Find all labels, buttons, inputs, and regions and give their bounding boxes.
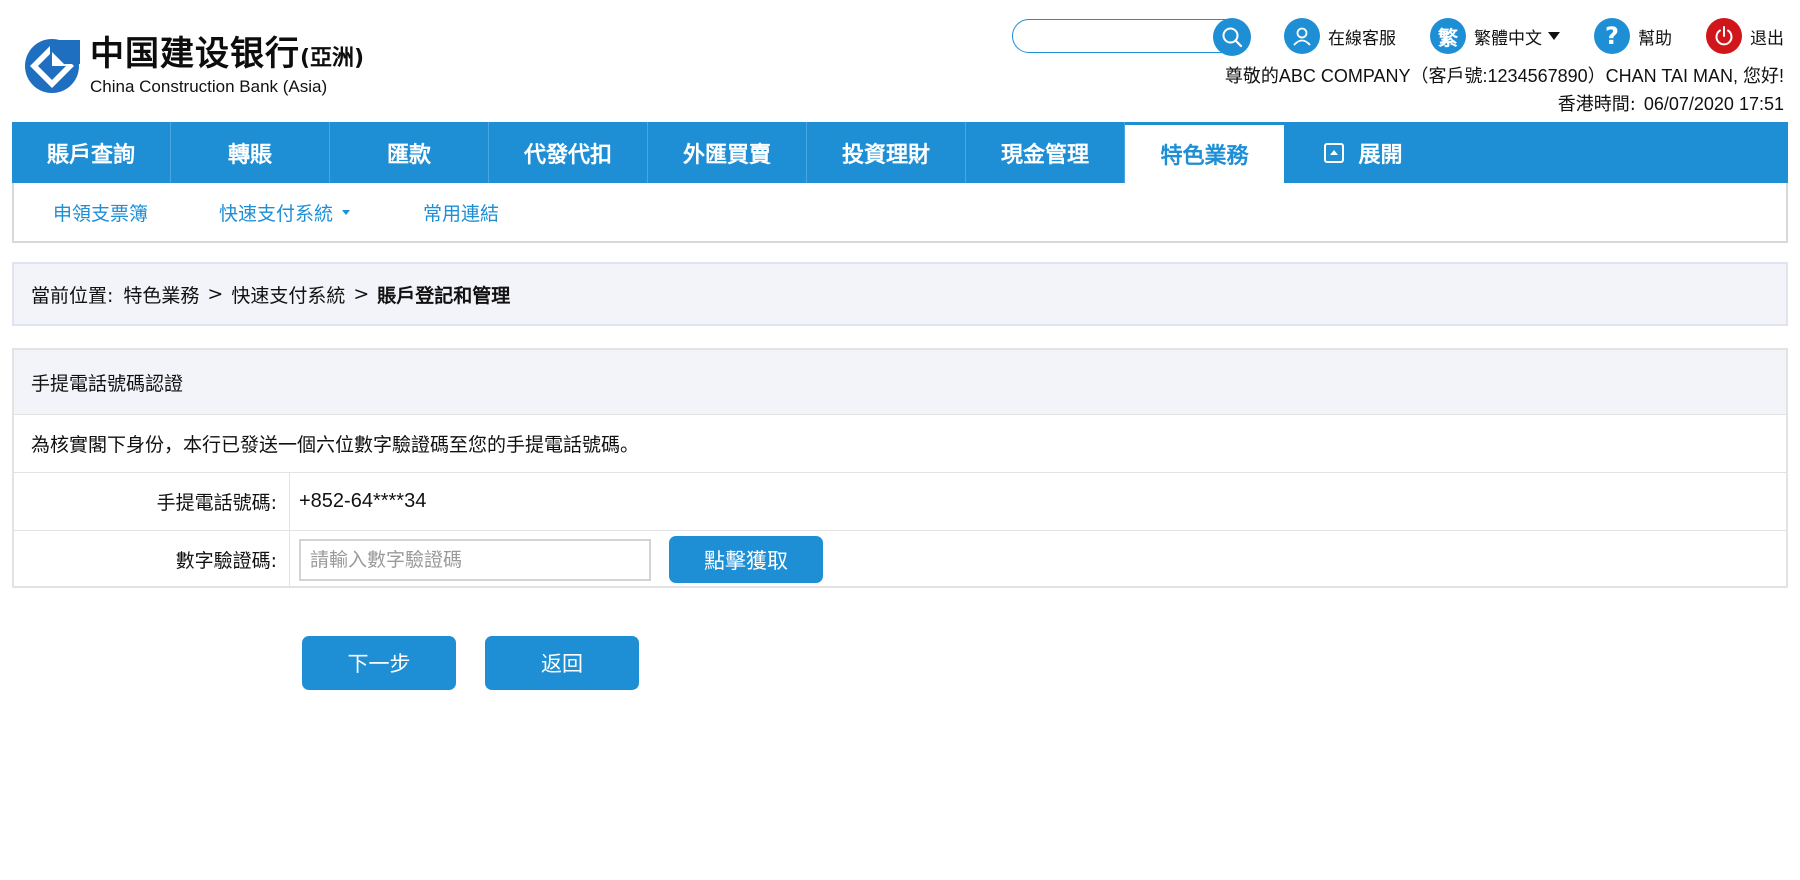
- verification-note: 為核實閣下身份，本行已發送一個六位數字驗證碼至您的手提電話號碼。: [14, 415, 1786, 473]
- chevron-down-icon: [1548, 32, 1560, 40]
- language-icon: 繁: [1430, 18, 1466, 54]
- expand-label: 展開: [1358, 142, 1403, 168]
- sub-nav: 申領支票簿 快速支付系統 常用連結: [12, 183, 1788, 243]
- otp-input[interactable]: [299, 538, 651, 581]
- breadcrumb-separator: >: [353, 283, 370, 305]
- breadcrumb-label: 當前位置:: [31, 284, 114, 307]
- tab-account-inquiry[interactable]: 賬戶查詢: [12, 122, 171, 183]
- search-icon: [1222, 27, 1243, 48]
- tab-cash-management[interactable]: 現金管理: [966, 122, 1125, 183]
- customer-greeting: 尊敬的ABC COMPANY（客戶號:1234567890）CHAN TAI M…: [1224, 66, 1784, 86]
- hk-time: 香港時間: 06/07/2020 17:51: [1558, 90, 1784, 116]
- online-service-link[interactable]: 在線客服: [1284, 18, 1396, 54]
- breadcrumb-item: 特色業務: [123, 284, 200, 307]
- panel-title: 手提電話號碼認證: [14, 350, 1786, 415]
- help-link[interactable]: ? 幫助: [1594, 18, 1672, 54]
- tab-fx-trading[interactable]: 外匯買賣: [648, 122, 807, 183]
- phone-value: +852-64****34: [299, 490, 427, 512]
- tab-featured-services[interactable]: 特色業務: [1125, 122, 1284, 183]
- tab-investment[interactable]: 投資理財: [807, 122, 966, 183]
- tab-payroll[interactable]: 代發代扣: [489, 122, 648, 183]
- header-toolbar: 在線客服 繁 繁體中文 ? 幫助 退出: [1012, 18, 1784, 56]
- tab-remittance[interactable]: 匯款: [330, 122, 489, 183]
- expand-menu-button[interactable]: 展開: [1284, 122, 1443, 183]
- chevron-down-icon: [342, 209, 351, 215]
- get-code-button[interactable]: 點擊獲取: [669, 536, 823, 583]
- phone-row: 手提電話號碼: +852-64****34: [14, 473, 1786, 531]
- help-label: 幫助: [1638, 28, 1672, 49]
- phone-verification-panel: 手提電話號碼認證 為核實閣下身份，本行已發送一個六位數字驗證碼至您的手提電話號碼…: [12, 348, 1788, 588]
- hk-time-label: 香港時間:: [1557, 94, 1636, 115]
- language-label: 繁體中文: [1474, 28, 1542, 49]
- language-switch[interactable]: 繁 繁體中文: [1430, 18, 1560, 54]
- bank-logo[interactable]: 中国建设银行(亞洲) China Construction Bank (Asia…: [24, 33, 365, 96]
- search-input[interactable]: [1025, 21, 1219, 51]
- main-nav: 賬戶查詢 轉賬 匯款 代發代扣 外匯買賣 投資理財 現金管理 特色業務 展開: [12, 122, 1788, 183]
- help-icon: ?: [1594, 18, 1630, 54]
- phone-label: 手提電話號碼:: [14, 473, 290, 530]
- search-button[interactable]: [1213, 18, 1251, 56]
- otp-field-wrap: 點擊獲取: [290, 531, 1786, 588]
- breadcrumb-current: 賬戶登記和管理: [377, 284, 511, 307]
- subnav-fps-label: 快速支付系統: [219, 202, 334, 225]
- otp-row: 數字驗證碼: 點擊獲取: [14, 531, 1786, 588]
- next-step-button[interactable]: 下一步: [302, 636, 456, 690]
- bank-name-cn: 中国建设银行(亞洲): [90, 33, 365, 74]
- subnav-fps[interactable]: 快速支付系統: [219, 199, 351, 226]
- subnav-common-links[interactable]: 常用連結: [423, 199, 499, 226]
- hk-time-value: 06/07/2020 17:51: [1643, 94, 1784, 114]
- otp-label: 數字驗證碼:: [14, 531, 290, 588]
- tab-transfer[interactable]: 轉賬: [171, 122, 330, 183]
- search-box: [1012, 18, 1251, 56]
- customer-service-icon: [1284, 18, 1320, 54]
- power-icon: [1706, 18, 1742, 54]
- breadcrumb: 當前位置: 特色業務 > 快速支付系統 > 賬戶登記和管理: [12, 262, 1788, 326]
- online-service-label: 在線客服: [1328, 28, 1396, 49]
- logout-label: 退出: [1750, 28, 1784, 49]
- breadcrumb-separator: >: [207, 283, 224, 305]
- back-button[interactable]: 返回: [485, 636, 639, 690]
- logout-link[interactable]: 退出: [1706, 18, 1784, 54]
- expand-icon: [1324, 142, 1345, 163]
- ccb-logo-icon: [25, 39, 80, 93]
- breadcrumb-item: 快速支付系統: [231, 284, 346, 307]
- bank-name-en: China Construction Bank (Asia): [90, 76, 328, 96]
- subnav-cheque-book[interactable]: 申領支票簿: [53, 199, 148, 226]
